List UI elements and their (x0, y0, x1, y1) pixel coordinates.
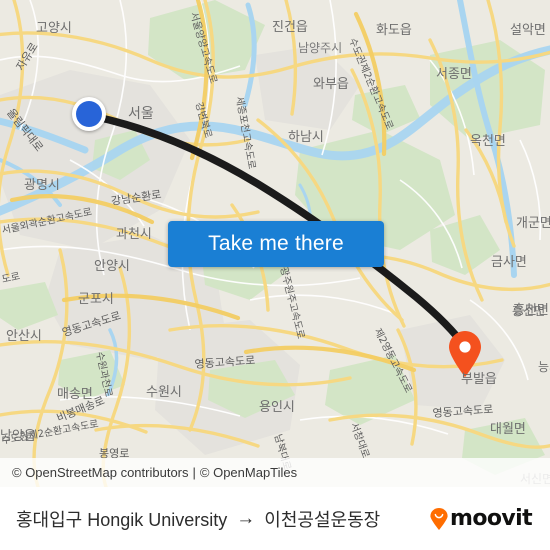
origin-marker[interactable] (72, 97, 106, 131)
route-summary: 홍대입구 Hongik University → 이천공설운동장 (16, 506, 380, 532)
attribution-separator: | (192, 465, 196, 480)
moovit-map-page: 고양시 진건읍 화도읍 설악면 남양주시 서종면 자유로 서울 와부읍 하남시 옥천면 올림픽대로 서울… (0, 0, 550, 550)
moovit-pin-icon (430, 507, 448, 530)
route-origin-label: 홍대입구 Hongik University (16, 509, 228, 530)
moovit-logo[interactable]: moovit (430, 505, 533, 531)
footer-bar: 홍대입구 Hongik University → 이천공설운동장 moovit (0, 487, 550, 550)
moovit-wordmark: moovit (450, 505, 533, 531)
arrow-right-icon: → (236, 507, 256, 529)
destination-marker[interactable] (448, 331, 482, 377)
origin-dot (76, 101, 102, 127)
map-viewport[interactable]: 고양시 진건읍 화도읍 설악면 남양주시 서종면 자유로 서울 와부읍 하남시 옥천면 올림픽대로 서울… (0, 0, 550, 487)
attribution-tiles-link[interactable]: © OpenMapTiles (200, 465, 297, 480)
map-pin-icon (449, 331, 481, 377)
attribution-osm-link[interactable]: © OpenStreetMap contributors (12, 465, 189, 480)
route-destination-label: 이천공설운동장 (264, 509, 381, 530)
take-me-there-button[interactable]: Take me there (168, 221, 384, 267)
take-me-there-label: Take me there (208, 232, 344, 255)
map-attribution: © OpenStreetMap contributors | © OpenMap… (0, 458, 550, 487)
